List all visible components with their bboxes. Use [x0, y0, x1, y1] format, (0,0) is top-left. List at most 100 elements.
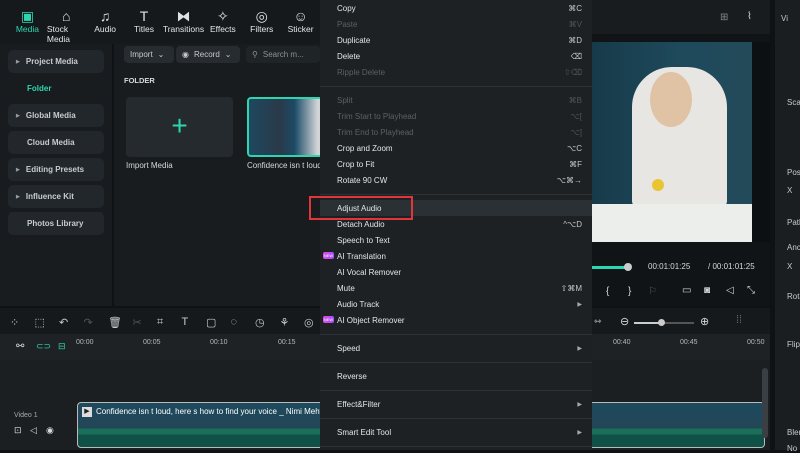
zoom-out-icon[interactable]: ⊖: [620, 315, 629, 328]
preview-panel: ⊞ ⌇ 00:01:01:25 / 00:01:01:25 { } ⚐ ▭ ◙ …: [592, 0, 770, 306]
tab-stock-media[interactable]: ⌂ Stock Media: [47, 0, 86, 44]
rectangle-icon[interactable]: ▢: [206, 316, 216, 329]
delete-icon[interactable]: 🗑: [108, 316, 122, 329]
menu-item-label: Crop to Fit: [337, 159, 375, 169]
menu-item-crop-and-zoom[interactable]: Crop and Zoom ⌥C: [320, 140, 592, 156]
new-badge: NEW: [323, 252, 334, 259]
undo-icon[interactable]: ↶: [59, 316, 68, 329]
sidebar-item-cloud-media[interactable]: Cloud Media: [8, 131, 104, 154]
unlink-icon[interactable]: ⚯: [16, 341, 24, 352]
menu-item-ai-object-remover[interactable]: NEW AI Object Remover: [320, 312, 592, 328]
menu-item-label: Rotate 90 CW: [337, 175, 388, 185]
menu-item-smart-edit-tool[interactable]: Smart Edit Tool ▶: [320, 424, 592, 440]
menu-item-shortcut: ⌘D: [568, 35, 582, 45]
menu-item-ai-vocal-remover[interactable]: AI Vocal Remover: [320, 264, 592, 280]
tab-audio[interactable]: ♫ Audio: [86, 0, 125, 44]
menu-item-copy[interactable]: Copy ⌘C: [320, 0, 592, 16]
eye-icon[interactable]: ◉: [46, 425, 54, 436]
menu-item-mute[interactable]: Mute ⇧⌘M: [320, 280, 592, 296]
redo-icon[interactable]: ↷: [84, 316, 93, 329]
sidebar-item-folder[interactable]: Folder: [8, 77, 104, 100]
select-icon[interactable]: ⬚: [35, 316, 45, 329]
menu-item-label: AI Vocal Remover: [337, 267, 402, 277]
display-icon[interactable]: ▭: [682, 285, 691, 296]
folder-heading: FOLDER: [124, 76, 155, 85]
menu-item-rotate-90-cw[interactable]: Rotate 90 CW ⌥⌘→: [320, 172, 592, 188]
marker-icon[interactable]: ⚐: [648, 286, 657, 297]
search-input[interactable]: ⚲ Search m...: [246, 46, 320, 63]
clip-title: Confidence isn t loud, here s how to fin…: [96, 407, 327, 416]
record-icon: ◉: [182, 50, 189, 59]
tab-effects[interactable]: ✧ Effects: [203, 0, 242, 44]
menu-item-trim-start-to-playhead: Trim Start to Playhead ⌥[: [320, 108, 592, 124]
media-clip-thumbnail[interactable]: [247, 97, 327, 157]
menu-item-duplicate[interactable]: Duplicate ⌘D: [320, 32, 592, 48]
menu-separator: [320, 440, 592, 452]
menu-separator: [320, 412, 592, 424]
submenu-arrow-icon: ▶: [577, 301, 582, 308]
menu-item-speed[interactable]: Speed ▶: [320, 340, 592, 356]
media-sidebar: ▶ Project Media Folder ▶ Global Media Cloud M…: [0, 44, 112, 306]
sidebar-item-global-media[interactable]: ▶ Global Media: [8, 104, 104, 127]
menu-item-effect-filter[interactable]: Effect&Filter ▶: [320, 396, 592, 412]
menu-item-speech-to-text[interactable]: Speech to Text: [320, 232, 592, 248]
text-icon[interactable]: T: [182, 316, 189, 328]
volume-icon[interactable]: ◁: [726, 285, 734, 296]
track-volume-icon[interactable]: ◁: [30, 425, 37, 436]
menu-item-label: Smart Edit Tool: [337, 427, 392, 437]
tab-media[interactable]: ▣ Media: [8, 0, 47, 44]
menu-item-paste: Paste ⌘V: [320, 16, 592, 32]
zoom-in-icon[interactable]: ⊕: [700, 315, 709, 328]
menu-item-crop-to-fit[interactable]: Crop to Fit ⌘F: [320, 156, 592, 172]
video-preview[interactable]: [592, 42, 770, 242]
import-media-tile[interactable]: +: [126, 97, 233, 157]
sidebar-item-editing-presets[interactable]: ▶ Editing Presets: [8, 158, 104, 181]
menu-item-ai-translation[interactable]: NEW AI Translation: [320, 248, 592, 264]
cut-icon[interactable]: ✂: [133, 316, 142, 329]
highlight-annotation-box: [309, 196, 413, 220]
zoom-slider-handle[interactable]: [658, 319, 665, 326]
effects-icon: ✧: [217, 8, 229, 24]
mark-in-icon[interactable]: {: [606, 286, 609, 297]
menu-item-delete[interactable]: Delete ⌫: [320, 48, 592, 64]
ruler-tick-label: 00:00: [76, 339, 94, 346]
playback-progress-bar[interactable]: [592, 266, 628, 269]
audio-meter-icon[interactable]: ⁞⁞: [736, 314, 742, 326]
media-icon: ▣: [20, 8, 35, 24]
crop-icon[interactable]: ⌗: [157, 316, 163, 329]
menu-item-shortcut: ⌘F: [569, 159, 582, 169]
playhead-handle[interactable]: [624, 263, 632, 271]
grid-layout-icon[interactable]: ⊞: [720, 12, 728, 23]
camera-icon[interactable]: ◙: [704, 285, 710, 296]
menu-item-audio-track[interactable]: Audio Track ▶: [320, 296, 592, 312]
magnet-icon[interactable]: ⊂⊃: [36, 341, 51, 352]
tab-label: Titles: [134, 24, 154, 34]
sidebar-item-project-media[interactable]: ▶ Project Media: [8, 50, 104, 73]
waveform-icon[interactable]: ⌇: [747, 11, 752, 22]
tab-sticker[interactable]: ☺ Sticker: [281, 0, 320, 44]
speed-icon[interactable]: ◷: [255, 316, 265, 329]
sidebar-item-photos-library[interactable]: Photos Library: [8, 212, 104, 235]
record-button[interactable]: ◉ Record ⌄: [176, 46, 240, 63]
timeline-scrollbar[interactable]: [762, 368, 768, 438]
import-button[interactable]: Import ⌄: [124, 46, 174, 63]
mark-out-icon[interactable]: }: [628, 286, 631, 297]
stock-media-icon: ⌂: [62, 8, 71, 24]
tab-titles[interactable]: T Titles: [125, 0, 164, 44]
transitions-icon: ⧓: [176, 8, 191, 24]
folder-lock-icon[interactable]: ⊡: [14, 425, 22, 436]
color-icon[interactable]: ⚘: [280, 316, 290, 329]
tab-transitions[interactable]: ⧓ Transitions: [163, 0, 204, 44]
menu-item-reverse[interactable]: Reverse: [320, 368, 592, 384]
apps-icon[interactable]: ⁘: [10, 316, 19, 329]
tab-label: Effects: [209, 24, 236, 34]
sidebar-item-influence-kit[interactable]: ▶ Influence Kit: [8, 185, 104, 208]
ai-icon[interactable]: ◎: [304, 316, 314, 329]
link-icon[interactable]: ⊟: [58, 341, 66, 352]
mask-icon[interactable]: ◌: [231, 316, 238, 328]
tab-filters[interactable]: ◎ Filters: [242, 0, 281, 44]
fit-icon[interactable]: ⇿: [594, 316, 602, 327]
fullscreen-icon[interactable]: ⤡: [747, 285, 755, 296]
tab-label: Audio: [94, 24, 117, 34]
menu-item-shortcut: ⌥]: [570, 127, 582, 137]
